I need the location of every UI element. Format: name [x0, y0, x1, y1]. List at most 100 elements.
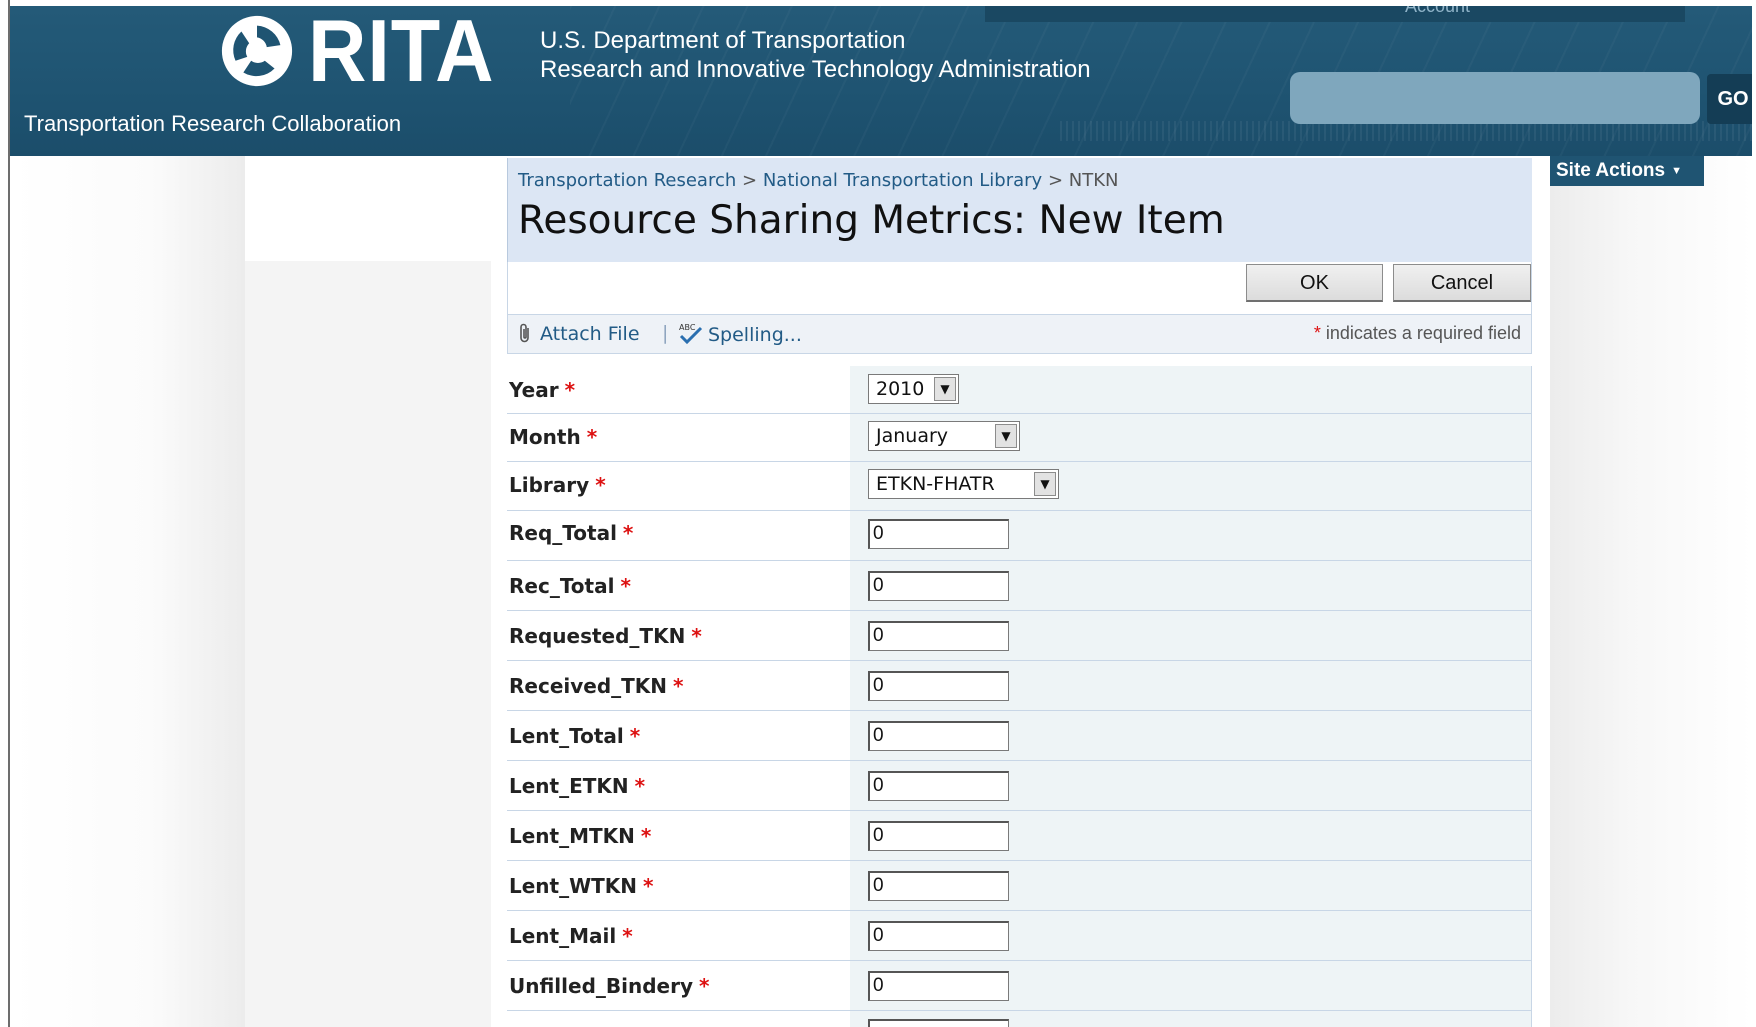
window-edge-left	[0, 0, 10, 1027]
field-label-text: Lent_Mail	[509, 924, 617, 948]
form-row-lent-wtkn: Lent_WTKN * 0	[507, 861, 1532, 911]
page-title: Resource Sharing Metrics: New Item	[518, 198, 1225, 243]
required-star: *	[595, 473, 606, 497]
lent-wtkn-input[interactable]: 0	[868, 871, 1009, 901]
rita-logo-text[interactable]: RITA	[308, 6, 495, 102]
field-label-text: Month	[509, 425, 581, 449]
attach-file-label: Attach File	[540, 323, 640, 345]
field-label-text: Lent_MTKN	[509, 824, 635, 848]
search-input[interactable]	[1290, 72, 1700, 124]
field-label-lent-mtkn: Lent_MTKN *	[509, 824, 651, 848]
field-label-text: Rec_Total	[509, 574, 615, 598]
field-label-library: Library *	[509, 473, 606, 497]
value-cell: 0	[850, 561, 1532, 610]
site-actions-menu[interactable]: Site Actions ▼	[1550, 156, 1704, 186]
next-field-input[interactable]	[868, 1019, 1009, 1027]
label-cell	[507, 1011, 850, 1027]
field-label-received-tkn: Received_TKN *	[509, 674, 684, 698]
form-row-unfilled-bindery: Unfilled_Bindery * 0	[507, 961, 1532, 1011]
required-star: *	[620, 574, 631, 598]
value-cell: 0	[850, 711, 1532, 760]
field-label-lent-total: Lent_Total *	[509, 724, 640, 748]
field-label-lent-mail: Lent_Mail *	[509, 924, 633, 948]
field-label-text: Library	[509, 473, 590, 497]
form-row-req-total: Req_Total * 0	[507, 511, 1532, 561]
left-nav-top	[245, 156, 491, 261]
field-label-year: Year *	[509, 378, 575, 402]
form-toolbar: Attach File | ABC Spelling... * indicate…	[507, 314, 1532, 354]
value-cell: 0	[850, 511, 1532, 560]
label-cell: Unfilled_Bindery *	[507, 961, 850, 1010]
lent-total-input[interactable]: 0	[868, 721, 1009, 751]
lent-mail-input[interactable]: 0	[868, 921, 1009, 951]
label-cell: Library *	[507, 462, 850, 510]
label-cell: Rec_Total *	[507, 561, 850, 610]
field-label-text: Lent_WTKN	[509, 874, 638, 898]
spelling-button[interactable]: ABC Spelling...	[678, 322, 802, 346]
left-gutter	[12, 156, 245, 1027]
label-cell: Lent_Mail *	[507, 911, 850, 960]
requested-tkn-input[interactable]: 0	[868, 621, 1009, 651]
lent-etkn-input[interactable]: 0	[868, 771, 1009, 801]
rec-total-input[interactable]: 0	[868, 571, 1009, 601]
library-select[interactable]: ETKN-FHATR ▼	[868, 469, 1059, 499]
value-cell: 0	[850, 611, 1532, 660]
req-total-input[interactable]: 0	[868, 519, 1009, 549]
form-row-lent-etkn: Lent_ETKN * 0	[507, 761, 1532, 811]
label-cell: Year *	[507, 366, 850, 413]
attach-file-button[interactable]: Attach File	[518, 322, 640, 345]
month-select-value: January	[876, 425, 949, 447]
received-tkn-input[interactable]: 0	[868, 671, 1009, 701]
required-star: *	[673, 674, 684, 698]
cancel-button[interactable]: Cancel	[1393, 264, 1531, 302]
field-label-text: Requested_TKN	[509, 624, 686, 648]
site-title[interactable]: Transportation Research Collaboration	[24, 111, 401, 137]
rita-logo-icon[interactable]	[218, 12, 296, 90]
value-cell: January ▼	[850, 414, 1532, 461]
value-cell	[850, 1011, 1532, 1027]
chevron-down-icon: ▼	[1671, 165, 1682, 177]
form-row-received-tkn: Received_TKN * 0	[507, 661, 1532, 711]
spellcheck-icon: ABC	[679, 323, 703, 345]
year-select[interactable]: 2010 ▼	[868, 374, 959, 404]
value-cell: 0	[850, 811, 1532, 860]
dropdown-arrow-icon[interactable]: ▼	[1034, 472, 1056, 496]
spelling-label: Spelling...	[708, 324, 802, 346]
dropdown-arrow-icon[interactable]: ▼	[995, 424, 1017, 448]
required-star: *	[640, 824, 652, 848]
breadcrumb-national-transportation-library[interactable]: National Transportation Library	[763, 170, 1042, 191]
field-label-month: Month *	[509, 425, 597, 449]
site-actions-label: Site Actions	[1556, 160, 1666, 182]
field-label-text: Lent_Total	[509, 724, 624, 748]
field-label-text: Unfilled_Bindery	[509, 974, 694, 998]
dropdown-arrow-icon[interactable]: ▼	[934, 377, 956, 401]
breadcrumb-separator: >	[1047, 170, 1064, 191]
site-header: Account RITA U.S. Department of Transpor…	[10, 6, 1752, 156]
form-row-lent-mail: Lent_Mail * 0	[507, 911, 1532, 961]
form-row-partial	[507, 1011, 1532, 1027]
form-button-row: OK Cancel	[507, 262, 1532, 314]
required-star: *	[622, 521, 634, 545]
required-star: *	[586, 425, 598, 449]
month-select[interactable]: January ▼	[868, 421, 1020, 451]
lent-mtkn-input[interactable]: 0	[868, 821, 1009, 851]
field-label-text: Lent_ETKN	[509, 774, 629, 798]
unfilled-bindery-input[interactable]: 0	[868, 971, 1009, 1001]
window-edge-right	[1752, 0, 1756, 1027]
department-name: U.S. Department of Transportation Resear…	[540, 26, 1091, 84]
paperclip-icon	[520, 323, 529, 343]
year-select-value: 2010	[876, 378, 925, 400]
ok-button[interactable]: OK	[1246, 264, 1383, 302]
form-row-library: Library * ETKN-FHATR ▼	[507, 462, 1532, 511]
field-label-text: Req_Total	[509, 521, 617, 545]
svg-text:ABC: ABC	[679, 323, 696, 332]
account-link[interactable]: Account	[1405, 6, 1470, 17]
right-gutter	[1550, 156, 1752, 1027]
field-label-text: Year	[509, 378, 559, 402]
breadcrumb-transportation-research[interactable]: Transportation Research	[518, 170, 736, 191]
breadcrumb-separator: >	[742, 170, 758, 191]
label-cell: Lent_Total *	[507, 711, 850, 760]
search-go-button[interactable]: GO	[1707, 74, 1752, 124]
label-cell: Lent_WTKN *	[507, 861, 850, 910]
library-select-value: ETKN-FHATR	[876, 473, 995, 495]
